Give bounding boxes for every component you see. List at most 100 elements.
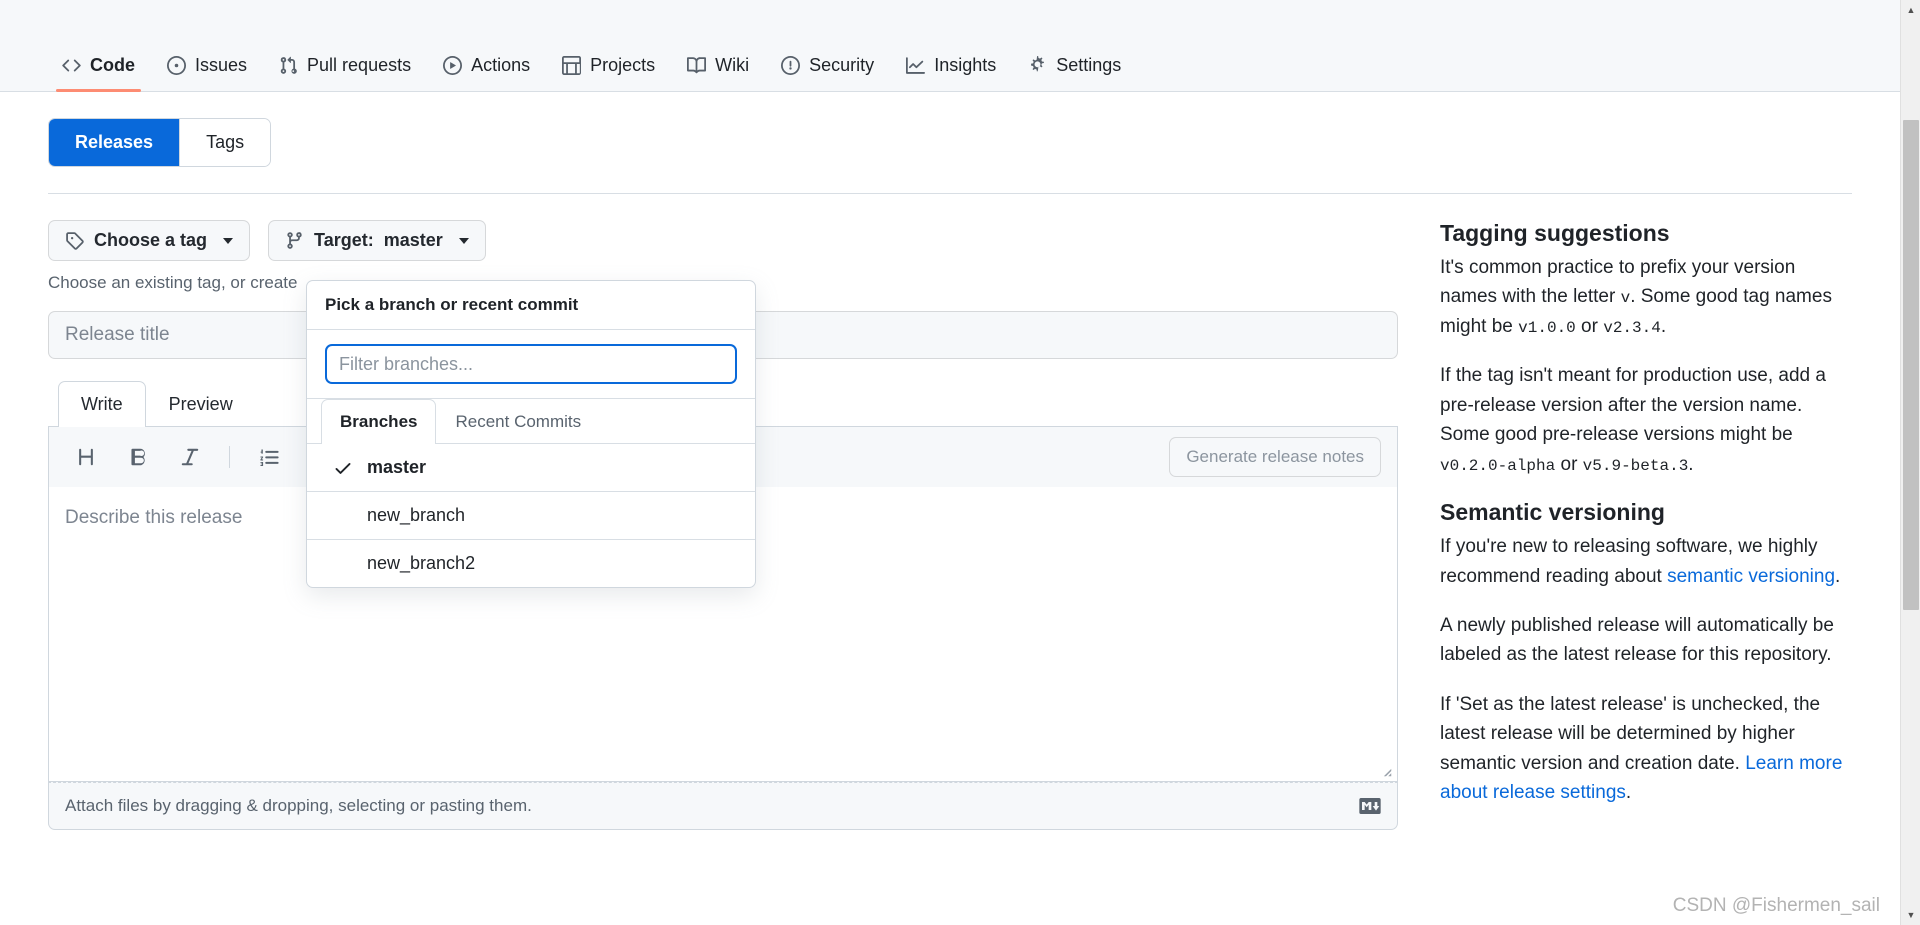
book-icon	[687, 56, 707, 75]
inline-code: v1.0.0	[1518, 318, 1576, 337]
scrollbar-thumb[interactable]	[1903, 120, 1919, 610]
scroll-up-arrow-icon[interactable]: ▲	[1901, 0, 1920, 20]
toolbar-separator	[229, 446, 230, 468]
branch-list: master new_branch new_branch2	[307, 444, 755, 587]
sidebar-paragraph: It's common practice to prefix your vers…	[1440, 253, 1852, 341]
nav-item-label: Settings	[1056, 55, 1122, 75]
sidebar-heading: Semantic versioning	[1440, 499, 1665, 526]
generate-release-notes-button[interactable]: Generate release notes	[1169, 437, 1381, 477]
tags-tab-button[interactable]: Tags	[180, 119, 271, 166]
sidebar-text: If the tag isn't meant for production us…	[1440, 365, 1826, 446]
graph-icon	[906, 56, 926, 75]
italic-icon[interactable]	[177, 444, 203, 470]
branch-list-item[interactable]: master	[307, 444, 755, 492]
repository-nav: Code Issues Pull requests Actions Projects Wi…	[0, 0, 1900, 92]
branch-picker-tab-recent-commits[interactable]: Recent Commits	[436, 399, 600, 444]
nav-item-label: Issues	[195, 55, 248, 75]
target-value: master	[383, 230, 443, 250]
issue-icon	[167, 56, 186, 75]
nav-item-settings[interactable]: Settings	[1014, 55, 1135, 92]
branch-filter-wrap	[307, 330, 755, 399]
inline-code: v2.3.4	[1603, 318, 1661, 337]
branch-name: master	[367, 457, 427, 477]
sidebar-paragraph: If you're new to releasing software, we …	[1440, 532, 1852, 591]
resize-handle[interactable]	[1379, 764, 1393, 778]
chevron-down-icon	[458, 237, 469, 244]
nav-item-label: Projects	[590, 55, 656, 75]
releases-tags-segmented-control: Releases Tags	[48, 118, 272, 167]
nav-item-insights[interactable]: Insights	[892, 55, 1010, 92]
nav-item-code[interactable]: Code	[48, 55, 149, 92]
play-icon	[443, 56, 463, 75]
sidebar-paragraph: A newly published release will automatic…	[1440, 611, 1852, 670]
branch-picker-dropdown: Pick a branch or recent commit BranchesR…	[306, 280, 756, 588]
branch-filter-input[interactable]	[325, 344, 737, 384]
nav-item-label: Code	[90, 55, 135, 75]
watermark: CSDN @Fishermen_sail	[1672, 895, 1880, 916]
shield-icon	[781, 56, 801, 75]
sidebar-text: .	[1660, 315, 1667, 337]
branch-list-item[interactable]: new_branch	[307, 492, 755, 540]
sidebar-text: or	[1575, 315, 1604, 337]
sidebar-text: or	[1555, 453, 1583, 475]
nav-item-pull-requests[interactable]: Pull requests	[265, 55, 425, 92]
page-body: Releases Tags Choose a tag Target: maste…	[0, 92, 1900, 830]
sidebar-link[interactable]: semantic versioning	[1667, 566, 1835, 587]
target-branch-button[interactable]: Target: master	[268, 220, 486, 261]
release-form-column: Choose a tag Target: master Choose an ex…	[48, 220, 1400, 830]
check-icon	[333, 458, 353, 478]
tagging-suggestions-sidebar: Tagging suggestions It's common practice …	[1440, 220, 1852, 830]
nav-item-label: Security	[809, 55, 875, 75]
code-icon	[62, 56, 81, 75]
branch-picker-tab-list: Branches Recent Commits	[307, 399, 755, 444]
vertical-scrollbar[interactable]: ▲ ▼	[1900, 0, 1920, 925]
ordered-list-icon[interactable]	[256, 444, 282, 470]
scroll-down-arrow-icon[interactable]: ▼	[1901, 905, 1920, 925]
nav-item-issues[interactable]: Issues	[153, 55, 261, 92]
nav-item-wiki[interactable]: Wiki	[673, 55, 763, 92]
sidebar-paragraph: If 'Set as the latest release' is unchec…	[1440, 690, 1852, 808]
release-description-placeholder: Describe this release	[65, 507, 243, 528]
tag-target-row: Choose a tag Target: master	[48, 220, 1400, 261]
inline-code: v5.9-beta.3	[1582, 456, 1689, 475]
releases-tab-button[interactable]: Releases	[49, 119, 181, 166]
attach-files-footer[interactable]: Attach files by dragging & dropping, sel…	[48, 782, 1398, 830]
sidebar-text: .	[1835, 565, 1841, 587]
nav-item-security[interactable]: Security	[767, 55, 888, 92]
content-columns: Choose a tag Target: master Choose an ex…	[0, 194, 1900, 830]
inline-code: v0.2.0-alpha	[1440, 456, 1556, 475]
target-label: Target:	[314, 230, 374, 250]
chevron-down-icon	[223, 237, 234, 244]
editor-tab-write[interactable]: Write	[58, 381, 146, 427]
branch-picker-header: Pick a branch or recent commit	[307, 281, 755, 330]
bold-icon[interactable]	[125, 444, 151, 470]
branch-name: new_branch	[367, 505, 466, 525]
nav-item-actions[interactable]: Actions	[429, 55, 544, 92]
sidebar-text: .	[1688, 453, 1694, 475]
editor-tab-preview[interactable]: Preview	[146, 381, 256, 427]
table-icon	[562, 56, 582, 75]
attach-files-text: Attach files by dragging & dropping, sel…	[65, 796, 532, 815]
markdown-toolbar-icons	[65, 444, 334, 470]
heading-icon[interactable]	[73, 444, 99, 470]
branch-list-item[interactable]: new_branch2	[307, 540, 755, 587]
gear-icon	[1028, 56, 1047, 75]
branch-name: new_branch2	[367, 553, 476, 573]
inline-code: v	[1620, 289, 1631, 308]
nav-item-projects[interactable]: Projects	[548, 55, 669, 92]
choose-a-tag-button[interactable]: Choose a tag	[48, 220, 251, 261]
sidebar-text: A newly published release will automatic…	[1440, 614, 1834, 666]
sidebar-paragraph: If the tag isn't meant for production us…	[1440, 361, 1852, 479]
markdown-icon[interactable]	[1359, 798, 1381, 814]
nav-item-label: Insights	[934, 55, 997, 75]
choose-a-tag-label: Choose a tag	[94, 230, 208, 250]
nav-item-label: Wiki	[715, 55, 750, 75]
git-branch-icon	[285, 231, 304, 250]
nav-item-label: Pull requests	[307, 55, 412, 75]
branch-picker-tab-branches[interactable]: Branches	[321, 399, 437, 444]
sidebar-text: .	[1625, 782, 1632, 804]
sidebar-heading: Tagging suggestions	[1440, 220, 1670, 246]
git-pull-request-icon	[279, 56, 298, 75]
tag-icon	[65, 231, 84, 250]
releases-tags-toggle-wrap: Releases Tags	[0, 92, 1900, 167]
